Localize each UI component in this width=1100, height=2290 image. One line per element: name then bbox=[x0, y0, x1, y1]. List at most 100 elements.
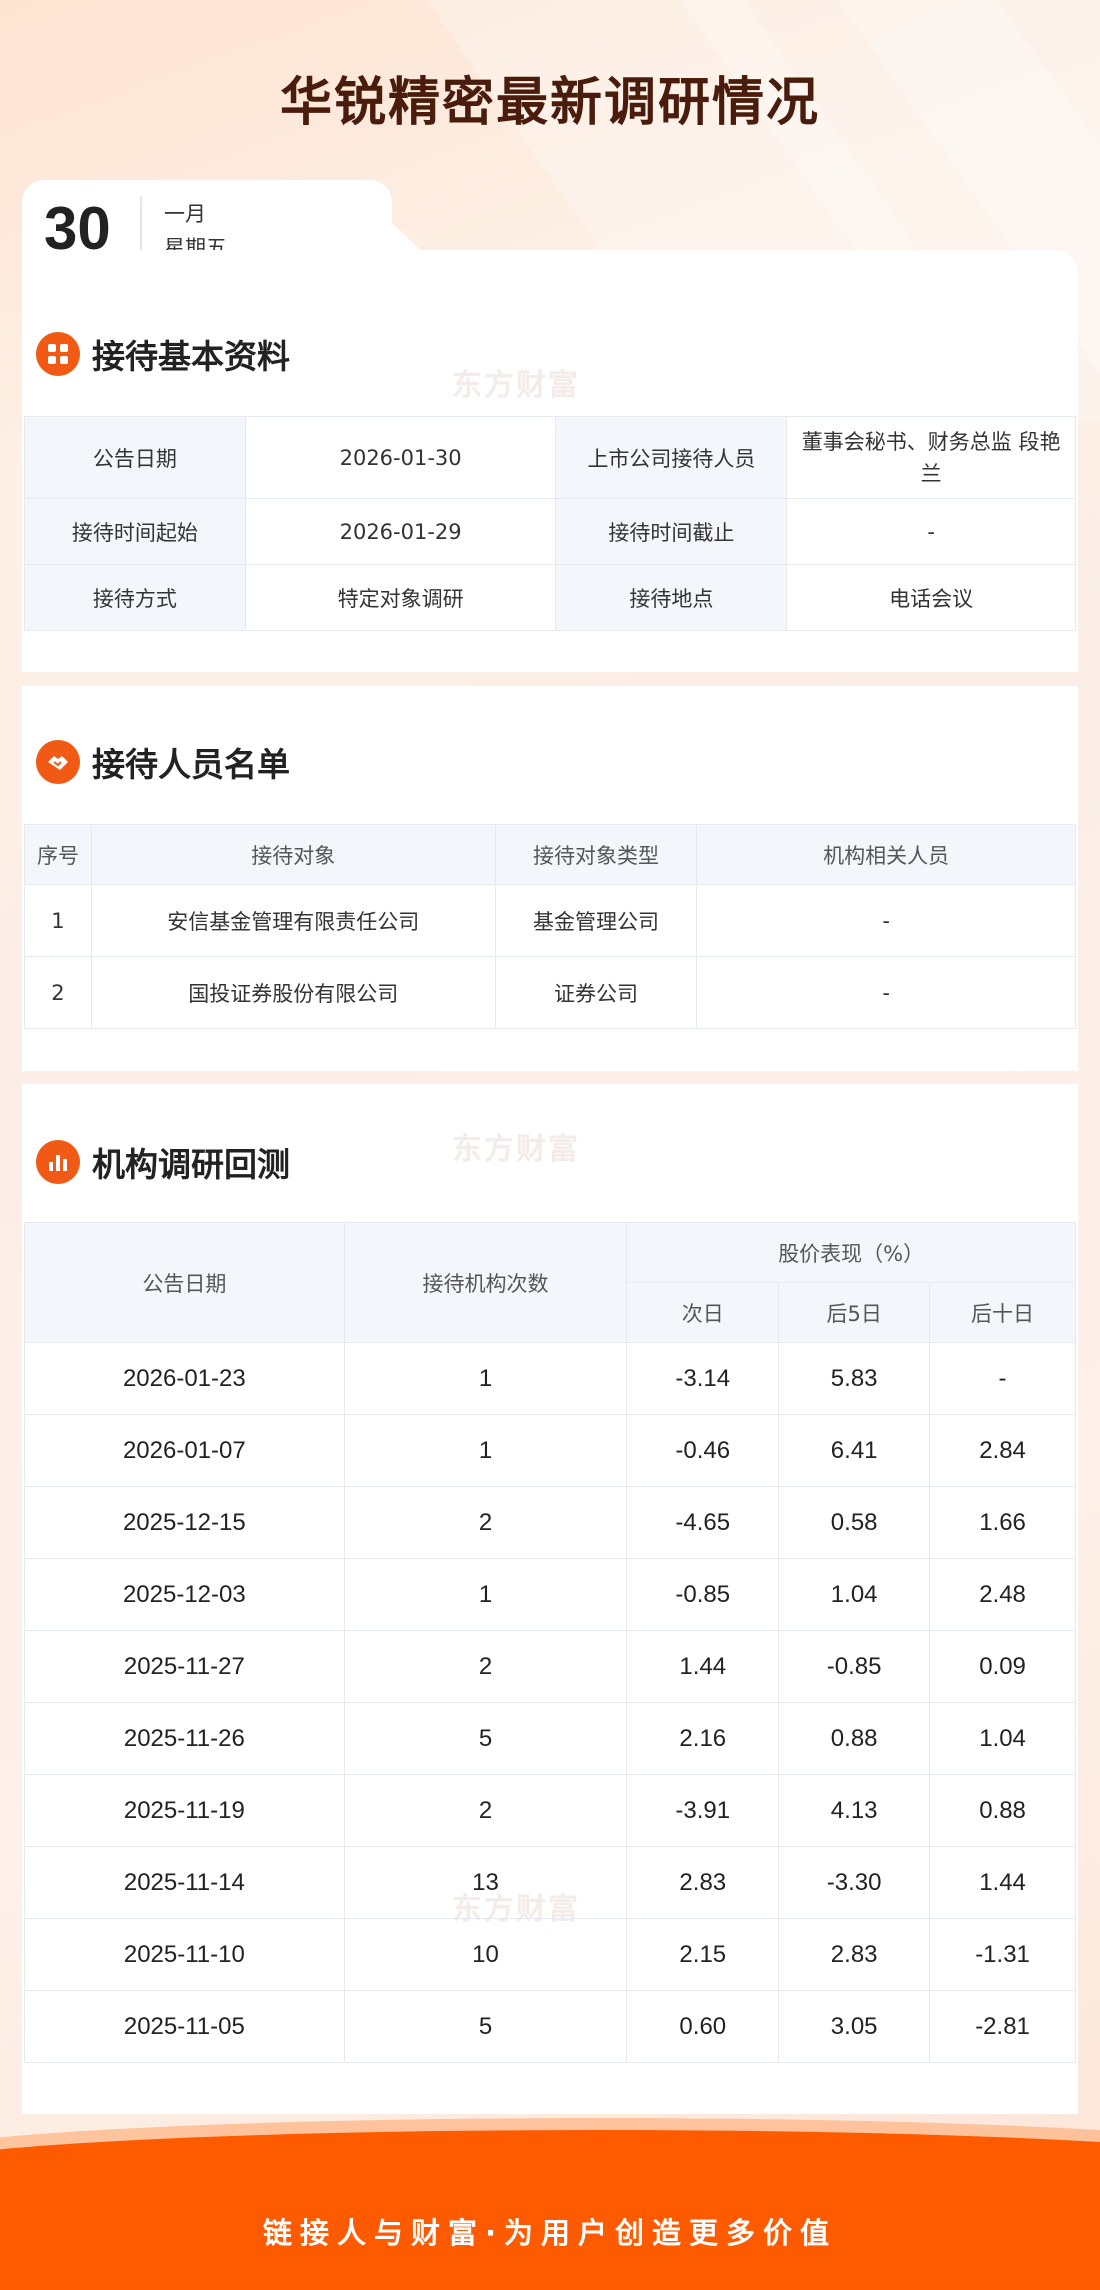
table-cell: -3.14 bbox=[626, 1342, 780, 1415]
table-cell: 0.60 bbox=[626, 1990, 780, 2063]
backtest-table: 公告日期 接待机构次数 股价表现（%） 次日 后5日 后十日 2026-01-2… bbox=[24, 1222, 1076, 2063]
table-cell: 2.15 bbox=[626, 1918, 780, 1991]
column-header: 机构相关人员 bbox=[696, 824, 1076, 885]
table-cell: 2025-11-14 bbox=[24, 1846, 345, 1919]
table-cell: 2025-11-26 bbox=[24, 1702, 345, 1775]
label-cell: 接待时间起始 bbox=[24, 498, 246, 565]
table-cell: 1 bbox=[343, 1342, 628, 1415]
table-header-row: 公告日期 接待机构次数 股价表现（%） bbox=[24, 1222, 1076, 1343]
watermark: 东方财富 bbox=[452, 368, 580, 403]
table-header-row: 序号 接待对象 接待对象类型 机构相关人员 bbox=[24, 824, 1076, 885]
value-cell: 董事会秘书、财务总监 段艳兰 bbox=[786, 416, 1076, 499]
basic-info-table: 公告日期 2026-01-30 上市公司接待人员 董事会秘书、财务总监 段艳兰 … bbox=[24, 416, 1076, 631]
roster-header: 接待人员名单 bbox=[36, 738, 290, 786]
table-cell: - bbox=[929, 1342, 1076, 1415]
table-cell: 2 bbox=[343, 1774, 628, 1847]
section-title: 接待人员名单 bbox=[92, 745, 290, 784]
table-cell: - bbox=[696, 884, 1076, 957]
table-cell: 5 bbox=[343, 1990, 628, 2063]
label-cell: 公告日期 bbox=[24, 416, 246, 499]
table-cell: 1.04 bbox=[929, 1702, 1076, 1775]
value-cell: 2026-01-30 bbox=[244, 416, 557, 499]
grid-icon bbox=[36, 332, 80, 376]
table-cell: 1.44 bbox=[929, 1846, 1076, 1919]
table-row: 2026-01-07 1 -0.46 6.41 2.84 bbox=[24, 1414, 1076, 1487]
table-cell: 2026-01-23 bbox=[24, 1342, 345, 1415]
footer-slogan: 链接人与财富·为用户创造更多价值 bbox=[262, 2216, 838, 2250]
table-cell: 5 bbox=[343, 1702, 628, 1775]
value-cell: - bbox=[786, 498, 1076, 565]
table-cell: -4.65 bbox=[626, 1486, 780, 1559]
table-cell: -0.46 bbox=[626, 1414, 780, 1487]
table-row: 2025-12-15 2 -4.65 0.58 1.66 bbox=[24, 1486, 1076, 1559]
table-row: 2025-12-03 1 -0.85 1.04 2.48 bbox=[24, 1558, 1076, 1631]
section-title: 接待基本资料 bbox=[92, 337, 290, 376]
table-cell: 1.04 bbox=[778, 1558, 931, 1631]
label-cell: 接待时间截止 bbox=[555, 498, 788, 565]
footer: 链接人与财富·为用户创造更多价值 bbox=[0, 2100, 1100, 2290]
table-cell: 0.09 bbox=[929, 1630, 1076, 1703]
table-cell: -3.91 bbox=[626, 1774, 780, 1847]
value-cell: 特定对象调研 bbox=[244, 564, 557, 631]
section-title: 机构调研回测 bbox=[92, 1145, 290, 1184]
table-cell: 10 bbox=[343, 1918, 628, 1991]
roster-card: 接待人员名单 序号 接待对象 接待对象类型 机构相关人员 1 安信基金管理有限责… bbox=[22, 686, 1078, 1071]
table-cell: 0.88 bbox=[778, 1702, 931, 1775]
table-cell: 2.83 bbox=[778, 1918, 931, 1991]
label-cell: 接待方式 bbox=[24, 564, 246, 631]
table-cell: 1.44 bbox=[626, 1630, 780, 1703]
table-cell: 13 bbox=[343, 1846, 628, 1919]
bar-chart-icon bbox=[36, 1140, 80, 1184]
basic-info-card: 接待基本资料 东方财富 公告日期 2026-01-30 上市公司接待人员 董事会… bbox=[22, 250, 1078, 672]
table-cell: -2.81 bbox=[929, 1990, 1076, 2063]
table-cell: 国投证券股份有限公司 bbox=[90, 956, 496, 1029]
backtest-card: 机构调研回测 东方财富 东方财富 公告日期 接待机构次数 股价表现（%） 次日 … bbox=[22, 1084, 1078, 2114]
table-cell: 6.41 bbox=[778, 1414, 931, 1487]
table-cell: 2026-01-07 bbox=[24, 1414, 345, 1487]
table-cell: 2 bbox=[343, 1486, 628, 1559]
roster-table: 序号 接待对象 接待对象类型 机构相关人员 1 安信基金管理有限责任公司 基金管… bbox=[24, 824, 1076, 1029]
watermark: 东方财富 bbox=[452, 1132, 580, 1167]
table-cell: 0.58 bbox=[778, 1486, 931, 1559]
table-cell: 2 bbox=[343, 1630, 628, 1703]
column-header: 公告日期 bbox=[24, 1222, 345, 1343]
column-header: 接待机构次数 bbox=[343, 1222, 628, 1343]
table-row: 2025-11-26 5 2.16 0.88 1.04 bbox=[24, 1702, 1076, 1775]
page-title: 华锐精密最新调研情况 bbox=[279, 73, 820, 133]
table-cell: 1 bbox=[343, 1414, 628, 1487]
table-row: 2 国投证券股份有限公司 证券公司 - bbox=[24, 956, 1076, 1029]
column-header: 次日 bbox=[626, 1282, 780, 1343]
table-cell: 2 bbox=[24, 956, 92, 1029]
handshake-icon bbox=[36, 740, 80, 784]
column-header: 后十日 bbox=[929, 1282, 1076, 1343]
column-header: 接待对象类型 bbox=[494, 824, 698, 885]
value-cell: 电话会议 bbox=[786, 564, 1076, 631]
table-cell: 2025-12-03 bbox=[24, 1558, 345, 1631]
table-cell: -0.85 bbox=[626, 1558, 780, 1631]
table-row: 接待时间起始 2026-01-29 接待时间截止 - bbox=[24, 498, 1076, 565]
table-cell: 证券公司 bbox=[494, 956, 698, 1029]
table-row: 2026-01-23 1 -3.14 5.83- bbox=[24, 1342, 1076, 1415]
column-header: 接待对象 bbox=[90, 824, 496, 885]
table-cell: 基金管理公司 bbox=[494, 884, 698, 957]
table-cell: 3.05 bbox=[778, 1990, 931, 2063]
table-cell: 2.16 bbox=[626, 1702, 780, 1775]
table-cell: 2.83 bbox=[626, 1846, 780, 1919]
table-row: 公告日期 2026-01-30 上市公司接待人员 董事会秘书、财务总监 段艳兰 bbox=[24, 416, 1076, 499]
table-row: 2025-11-14 13 2.83 -3.30 1.44 bbox=[24, 1846, 1076, 1919]
table-cell: -1.31 bbox=[929, 1918, 1076, 1991]
table-cell: 5.83 bbox=[778, 1342, 931, 1415]
value-cell: 2026-01-29 bbox=[244, 498, 557, 565]
table-cell: -0.85 bbox=[778, 1630, 931, 1703]
backtest-header: 机构调研回测 bbox=[36, 1138, 290, 1186]
table-cell: 2.48 bbox=[929, 1558, 1076, 1631]
table-cell: 2025-11-19 bbox=[24, 1774, 345, 1847]
table-cell: 1.66 bbox=[929, 1486, 1076, 1559]
table-row: 1 安信基金管理有限责任公司 基金管理公司 - bbox=[24, 884, 1076, 957]
table-cell: 2025-11-27 bbox=[24, 1630, 345, 1703]
column-header: 股价表现（%） bbox=[626, 1222, 1076, 1283]
table-cell: - bbox=[696, 956, 1076, 1029]
table-cell: 2025-12-15 bbox=[24, 1486, 345, 1559]
table-cell: 0.88 bbox=[929, 1774, 1076, 1847]
table-row: 2025-11-05 5 0.60 3.05 -2.81 bbox=[24, 1990, 1076, 2063]
